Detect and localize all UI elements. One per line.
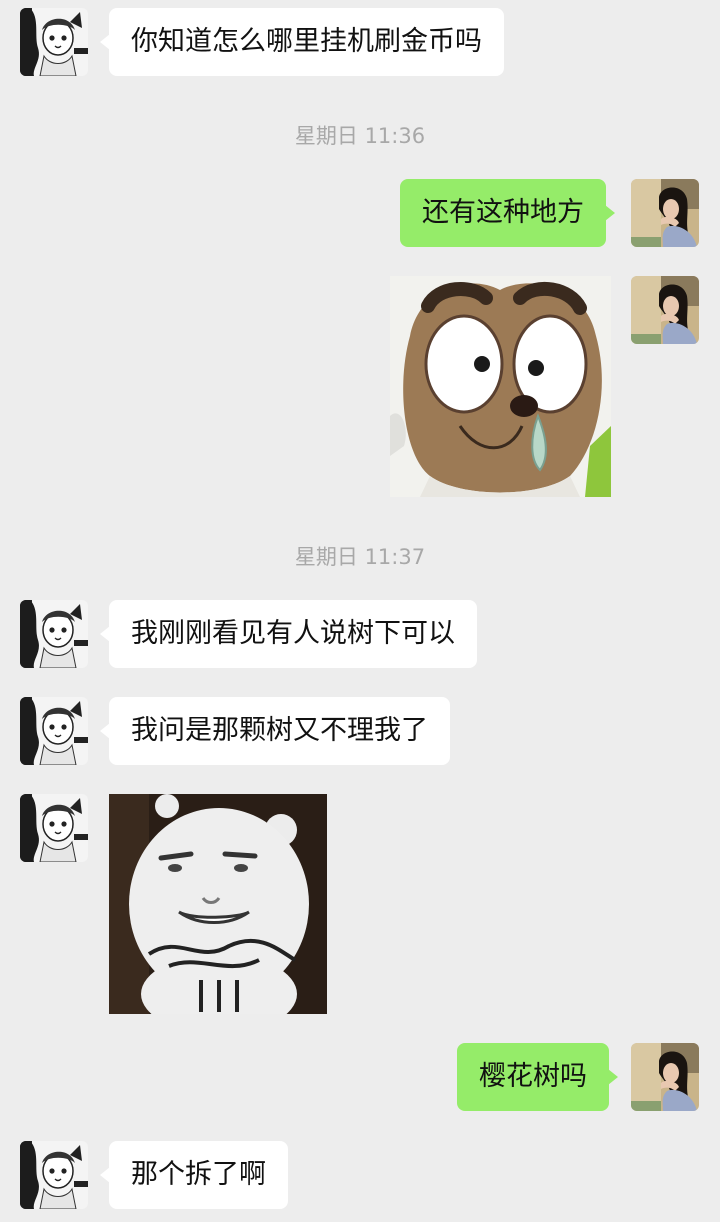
other-user-avatar[interactable]: [20, 794, 88, 862]
message-bubble[interactable]: 那个拆了啊: [100, 1141, 288, 1209]
anime-girl-avatar-icon: [20, 794, 88, 862]
message-text: 我问是那颗树又不理我了: [131, 715, 428, 746]
cartoon-bear-sticker[interactable]: [390, 276, 611, 497]
message-bubble[interactable]: 我问是那颗树又不理我了: [100, 697, 450, 765]
other-user-avatar[interactable]: [20, 697, 88, 765]
message-text: 我刚刚看见有人说树下可以: [131, 618, 455, 649]
panda-meme-face-icon: [109, 794, 327, 1014]
timestamp: 星期日 11:36: [294, 124, 426, 148]
other-user-avatar[interactable]: [20, 600, 88, 668]
message-bubble[interactable]: 樱花树吗: [457, 1043, 618, 1111]
message-text: 你知道怎么哪里挂机刷金币吗: [131, 26, 482, 57]
self-avatar[interactable]: [631, 179, 699, 247]
anime-girl-avatar-icon: [20, 600, 88, 668]
self-avatar[interactable]: [631, 276, 699, 344]
anime-girl-avatar-icon: [20, 8, 88, 76]
panda-meme-sticker[interactable]: [109, 794, 327, 1014]
message-bubble[interactable]: 我刚刚看见有人说树下可以: [100, 600, 477, 668]
girl-photo-avatar-icon: [631, 1043, 699, 1111]
anime-girl-avatar-icon: [20, 697, 88, 765]
girl-photo-avatar-icon: [631, 276, 699, 344]
message-bubble[interactable]: 你知道怎么哪里挂机刷金币吗: [100, 8, 504, 76]
timestamp: 星期日 11:37: [294, 545, 426, 569]
message-text: 那个拆了啊: [131, 1159, 266, 1190]
cartoon-bear-face-icon: [390, 276, 611, 497]
message-bubble[interactable]: 还有这种地方: [400, 179, 615, 247]
girl-photo-avatar-icon: [631, 179, 699, 247]
anime-girl-avatar-icon: [20, 1141, 88, 1209]
self-avatar[interactable]: [631, 1043, 699, 1111]
message-text: 樱花树吗: [479, 1061, 587, 1092]
other-user-avatar[interactable]: [20, 8, 88, 76]
other-user-avatar[interactable]: [20, 1141, 88, 1209]
message-text: 还有这种地方: [422, 197, 584, 228]
